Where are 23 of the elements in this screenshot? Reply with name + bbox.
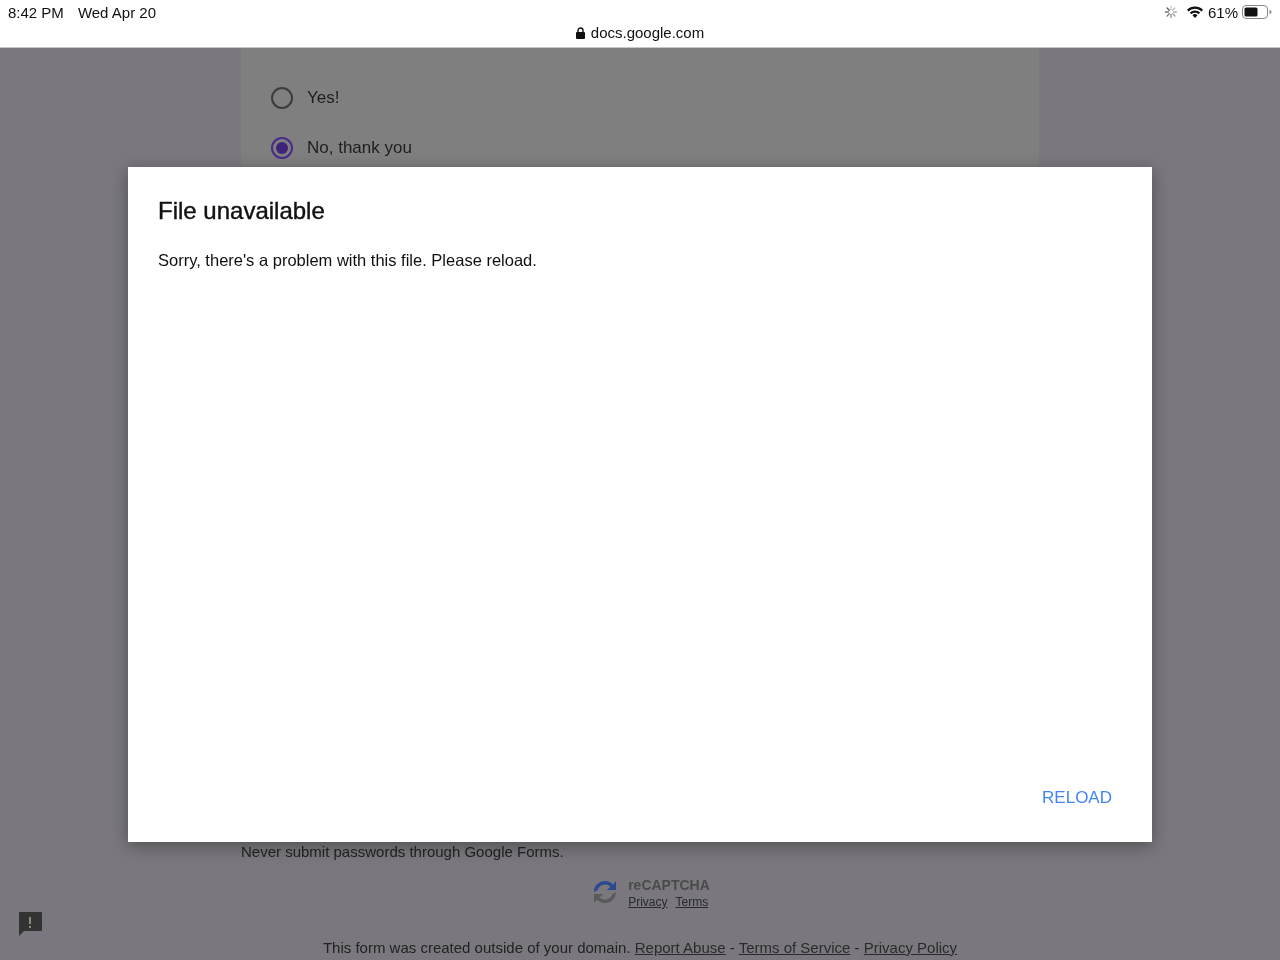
activity-spinner-icon <box>1163 5 1178 19</box>
reload-button[interactable]: RELOAD <box>1042 784 1112 812</box>
wifi-icon <box>1185 5 1204 19</box>
date-text: Wed Apr 20 <box>77 3 156 21</box>
dialog-title: File unavailable <box>158 197 326 225</box>
footer-link[interactable]: Terms of Service <box>738 939 851 956</box>
recaptcha-link[interactable]: Terms <box>675 895 709 909</box>
lock-icon <box>575 26 585 39</box>
warning-text: Never submit passwords through Google Forms. <box>241 843 564 860</box>
battery-icon <box>1242 5 1272 19</box>
option-label: Yes! <box>307 88 340 108</box>
footer-text: This form was created outside of your domain. Report Abuse - Terms of Service - Privacy Policy <box>322 939 958 956</box>
footer-link[interactable]: Privacy Policy <box>863 939 958 956</box>
option-label: No, thank you <box>307 138 412 158</box>
battery-percent: 61% <box>1207 3 1238 21</box>
feedback-icon[interactable] <box>16 910 44 938</box>
radio-button[interactable] <box>271 87 293 109</box>
radio-button[interactable] <box>271 137 293 159</box>
address-url[interactable]: docs.google.com <box>590 24 705 41</box>
footer-link[interactable]: Report Abuse <box>634 939 726 956</box>
clock-time: 8:42 PM <box>8 3 64 21</box>
recaptcha-link[interactable]: Privacy <box>628 895 668 909</box>
dialog-message: Sorry, there's a problem with this file. Please reload. <box>158 251 538 270</box>
